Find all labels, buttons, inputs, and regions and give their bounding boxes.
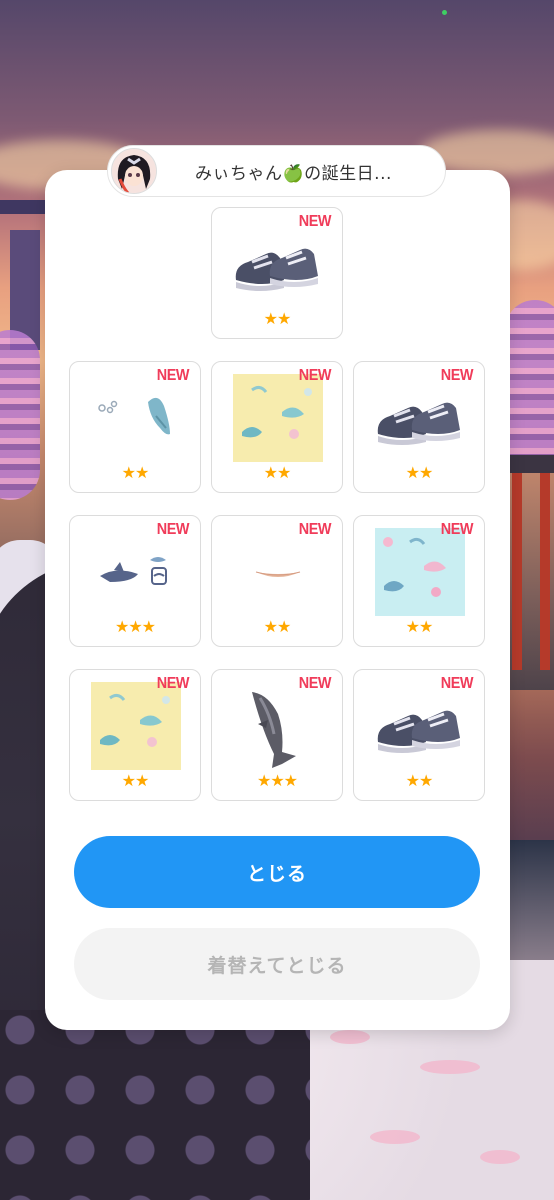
- new-badge: NEW: [156, 367, 190, 384]
- new-badge: NEW: [298, 367, 332, 384]
- close-button[interactable]: とじる: [74, 836, 480, 908]
- reward-item-card[interactable]: NEW ★★: [353, 361, 485, 493]
- reward-item-card[interactable]: NEW ★★: [353, 669, 485, 801]
- new-badge: NEW: [156, 675, 190, 692]
- rarity-stars: ★★: [263, 617, 292, 636]
- reward-item-card[interactable]: NEW ★★★: [211, 669, 343, 801]
- rarity-stars: ★★: [121, 771, 150, 790]
- new-badge: NEW: [156, 521, 190, 538]
- new-badge: NEW: [440, 367, 474, 384]
- rarity-stars: ★★★: [256, 771, 298, 790]
- new-badge: NEW: [298, 521, 332, 538]
- rarity-stars: ★★: [405, 463, 434, 482]
- reward-item-card[interactable]: NEW ★★: [211, 207, 343, 339]
- user-avatar: [111, 148, 157, 194]
- change-and-close-button[interactable]: 着替えてとじる: [74, 928, 480, 1000]
- dialog-header: みぃちゃん🍏の誕生日...: [107, 145, 446, 197]
- rarity-stars: ★★: [263, 463, 292, 482]
- rarity-stars: ★★: [121, 463, 150, 482]
- new-badge: NEW: [440, 675, 474, 692]
- reward-item-card[interactable]: NEW ★★: [211, 361, 343, 493]
- rarity-stars: ★★: [405, 617, 434, 636]
- new-badge: NEW: [298, 675, 332, 692]
- new-badge: NEW: [440, 521, 474, 538]
- reward-item-card[interactable]: NEW ★★★: [69, 515, 201, 647]
- rarity-stars: ★★★: [114, 617, 156, 636]
- reward-item-card[interactable]: NEW ★★: [69, 669, 201, 801]
- header-title: みぃちゃん🍏の誕生日...: [195, 163, 392, 184]
- rarity-stars: ★★: [263, 309, 292, 328]
- rarity-stars: ★★: [405, 771, 434, 790]
- reward-item-card[interactable]: NEW ★★: [69, 361, 201, 493]
- new-badge: NEW: [298, 213, 332, 230]
- reward-item-card[interactable]: NEW ★★: [353, 515, 485, 647]
- reward-item-card[interactable]: NEW ★★: [211, 515, 343, 647]
